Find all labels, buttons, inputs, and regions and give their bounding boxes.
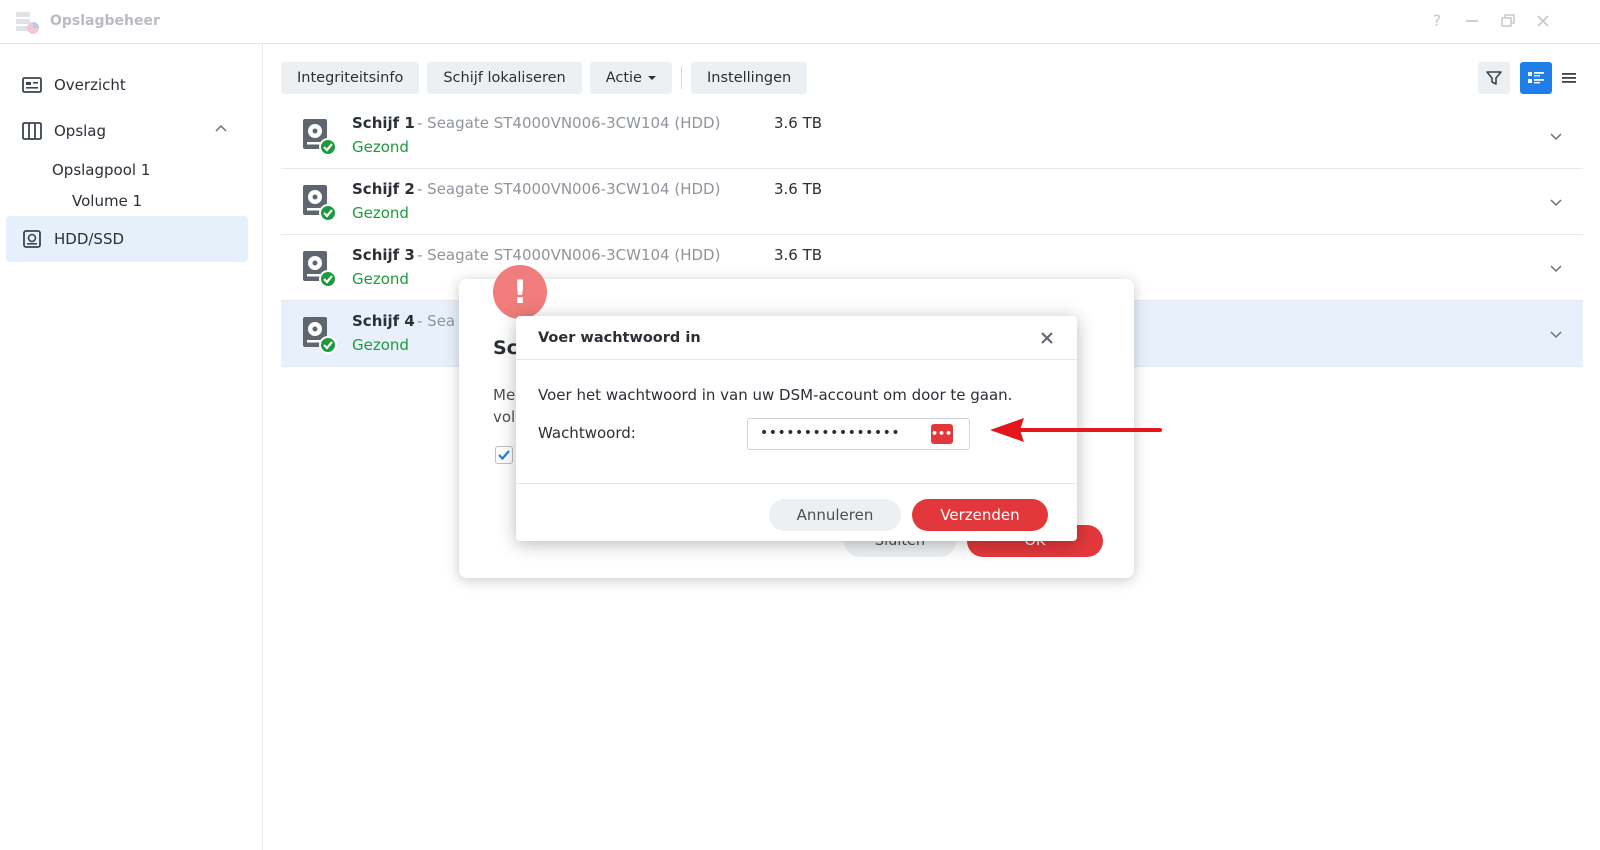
warning-dialog-text: Me: [493, 386, 516, 404]
disk-model: - Seagate ST4000VN006-3CW104 (HDD): [417, 180, 721, 198]
warning-dialog-title: Sc: [493, 337, 518, 359]
list-view-icon[interactable]: [1553, 62, 1585, 94]
cancel-button[interactable]: Annuleren: [769, 499, 901, 531]
chevron-down-icon[interactable]: [1549, 195, 1563, 209]
red-arrow-annotation: [990, 418, 1162, 442]
sidebar-item-hdd-ssd[interactable]: HDD/SSD: [6, 216, 248, 262]
storage-icon: [22, 121, 42, 141]
sidebar-item-label: HDD/SSD: [54, 230, 125, 248]
disk-status: Gezond: [352, 204, 409, 222]
action-dropdown-button[interactable]: Actie: [589, 62, 672, 94]
chevron-down-icon[interactable]: [1549, 261, 1563, 275]
sidebar-item-label: Overzicht: [54, 76, 126, 94]
disk-status: Gezond: [352, 270, 409, 288]
sidebar-item-overview[interactable]: Overzicht: [6, 62, 248, 108]
password-input[interactable]: •••••••••••••••• •••|: [747, 418, 970, 450]
minimize-icon[interactable]: [1461, 10, 1483, 32]
disk-model: - Seagate ST4000VN006-3CW104 (HDD): [417, 246, 721, 264]
dialog-title: Voer wachtwoord in: [538, 330, 701, 346]
alert-icon: !: [493, 265, 547, 319]
filter-icon[interactable]: [1478, 62, 1510, 94]
confirm-checkbox[interactable]: [495, 446, 513, 464]
chevron-down-icon[interactable]: [1549, 129, 1563, 143]
caret-down-icon: [647, 76, 656, 80]
close-icon[interactable]: [1037, 328, 1057, 348]
title-bar: Opslagbeheer ?: [0, 0, 1600, 44]
sidebar-item-label: Opslag: [54, 122, 107, 140]
disk-name: Schijf 2: [352, 180, 415, 198]
password-manager-icon[interactable]: •••|: [931, 424, 956, 444]
disk-size: 3.6 TB: [774, 114, 823, 132]
hdd-icon: [22, 229, 42, 249]
submit-button[interactable]: Verzenden: [912, 499, 1048, 531]
close-icon[interactable]: [1532, 10, 1554, 32]
sidebar: Overzicht Opslag Opslagpool 1 Volume 1 H…: [0, 44, 263, 850]
hdd-healthy-icon: [303, 185, 337, 222]
hdd-healthy-icon: [303, 251, 337, 288]
sidebar-item-storage-pool[interactable]: Opslagpool 1: [52, 161, 150, 179]
disk-name: Schijf 4: [352, 312, 415, 330]
hdd-healthy-icon: [303, 119, 337, 156]
help-icon[interactable]: ?: [1426, 10, 1448, 32]
toolbar: Integriteitsinfo Schijf lokaliseren Acti…: [281, 62, 808, 94]
sidebar-item-volume[interactable]: Volume 1: [72, 192, 142, 210]
integrity-info-button[interactable]: Integriteitsinfo: [281, 62, 420, 94]
settings-button[interactable]: Instellingen: [690, 62, 808, 94]
chevron-down-icon[interactable]: [1549, 327, 1563, 341]
disk-row[interactable]: Schijf 1 - Seagate ST4000VN006-3CW104 (H…: [281, 103, 1583, 169]
hdd-healthy-icon: [303, 317, 337, 354]
disk-status: Gezond: [352, 336, 409, 354]
dialog-message: Voer het wachtwoord in van uw DSM-accoun…: [538, 386, 1013, 404]
sidebar-item-storage[interactable]: Opslag: [6, 108, 248, 154]
disk-name: Schijf 3: [352, 246, 415, 264]
app-title: Opslagbeheer: [50, 13, 160, 29]
password-value: ••••••••••••••••: [760, 425, 901, 441]
locate-disk-button[interactable]: Schijf lokaliseren: [427, 62, 582, 94]
restore-icon[interactable]: [1497, 10, 1519, 32]
disk-name: Schijf 1: [352, 114, 415, 132]
detail-view-icon[interactable]: [1520, 62, 1552, 94]
storage-manager-logo-icon: [16, 12, 39, 34]
divider: [516, 359, 1077, 360]
chevron-up-icon[interactable]: [214, 122, 228, 136]
disk-model: - Sea: [417, 312, 456, 330]
disk-model: - Seagate ST4000VN006-3CW104 (HDD): [417, 114, 721, 132]
password-label: Wachtwoord:: [538, 424, 636, 442]
disk-row[interactable]: Schijf 2 - Seagate ST4000VN006-3CW104 (H…: [281, 169, 1583, 235]
warning-dialog-text: vol: [493, 408, 516, 426]
disk-status: Gezond: [352, 138, 409, 156]
toolbar-divider: [680, 67, 682, 89]
overview-icon: [22, 75, 42, 95]
divider: [516, 483, 1077, 484]
disk-size: 3.6 TB: [774, 180, 823, 198]
disk-size: 3.6 TB: [774, 246, 823, 264]
